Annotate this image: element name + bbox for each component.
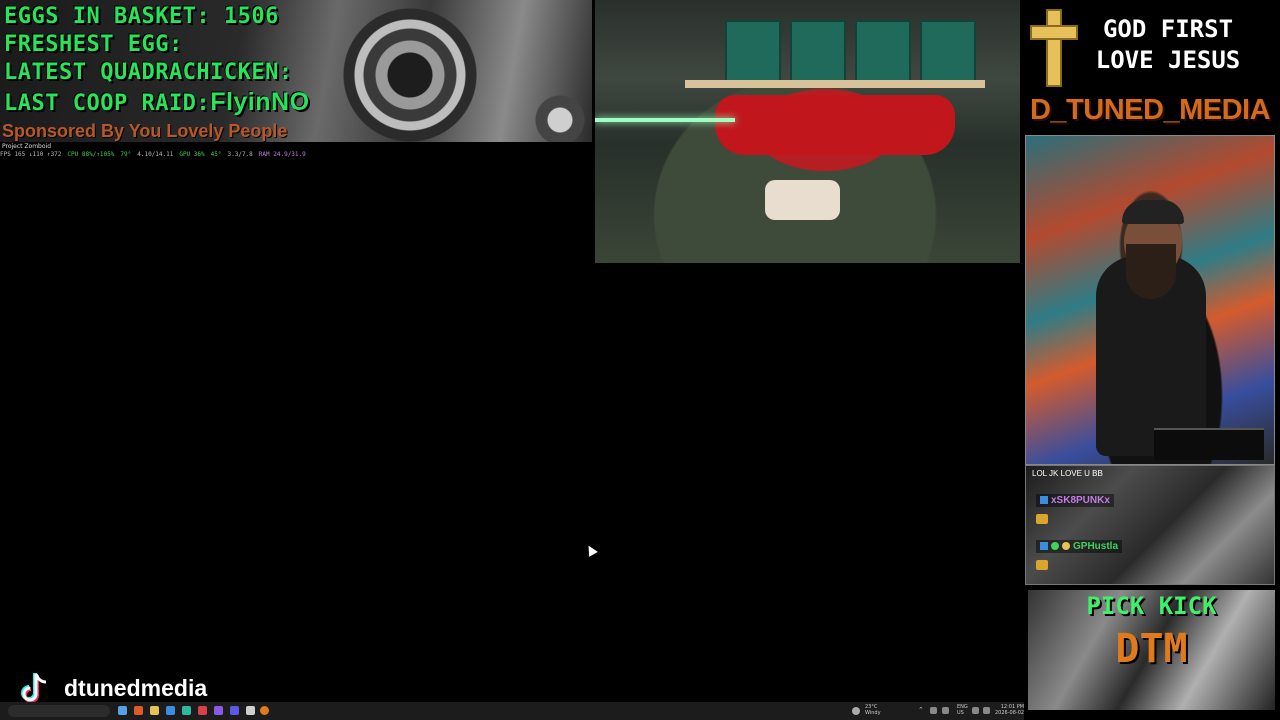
badge-icon [1040,542,1048,551]
chevron-up-icon[interactable]: ⌃ [918,706,924,714]
streamer-webcam [1025,135,1275,465]
ram-readout: RAM 24.9/31.9 [258,151,306,158]
streamer-cap [1122,200,1184,224]
clock[interactable]: 12:01 PM 2026-08-02 [995,704,1024,716]
volume-icon[interactable] [983,707,990,714]
cpu-readout: CPU 88%/↑105% [67,151,115,158]
network-icon[interactable] [972,707,979,714]
tray-icon[interactable] [930,707,937,714]
red-bumper [715,95,955,155]
cpu-clock: 4.10/14.11 [137,151,174,158]
folder-icon[interactable] [150,706,159,715]
tray-icon[interactable] [942,707,949,714]
pillow [765,180,840,220]
app-icon[interactable] [214,706,223,715]
storage-bin [790,20,846,82]
app-icon[interactable] [166,706,175,715]
storage-bin [920,20,976,82]
performance-overlay: FPS 165 ↓110 ↑372 CPU 88%/↑105% 79° 4.10… [0,150,306,159]
emote-icon [1036,560,1048,570]
app-icon[interactable] [260,706,269,715]
chat-panel: LOL JK LOVE U BB xSK8PUNKx GPHustla [1025,465,1275,585]
chat-user: xSK8PUNKx [1036,494,1114,507]
chat-message: LOL JK LOVE U BB [1032,469,1103,478]
language-indicator[interactable]: ENG US [957,704,968,716]
app-title: Project Zomboid [2,143,52,150]
weather-icon[interactable] [852,707,860,715]
clock-date: 2026-08-02 [995,710,1025,716]
weather-widget[interactable]: 23°C Windy [865,704,881,716]
sponsor-text: Sponsored By You Lovely People [2,121,288,141]
shelf [685,80,985,88]
storage-bin [725,20,781,82]
freshest-egg-line: FRESHEST EGG: [4,32,183,57]
kick-line-1: PICK KICK [1086,592,1217,620]
last-coop-raid-line: LAST COOP RAID:FlyinNO [4,88,310,117]
app-icon[interactable] [182,706,191,715]
cpu-temp: 79° [120,151,132,158]
tiktok-handle: dtunedmedia [64,675,208,701]
badge-icon [1062,542,1070,551]
vram-readout: 3.3/7.8 [227,151,253,158]
gpu-readout: GPU 36% [179,151,205,158]
led-strip [595,118,735,122]
storage-bin [855,20,911,82]
taskbar: 23°C Windy ⌃ ENG US 12:01 PM 2026-08-02 [0,702,1024,720]
brand-title: D_TUNED_MEDIA [1029,94,1271,126]
fps-readout: FPS 165 ↓110 ↑372 [0,151,62,158]
banner-line-1: GOD FIRST [1102,15,1234,43]
eggs-value: 1506 [223,4,279,29]
emote-icon [1036,514,1048,524]
app-icon[interactable] [134,706,143,715]
chat-user: GPHustla [1036,540,1123,553]
taskbar-search[interactable] [8,705,110,717]
kick-line-2: DTM [1115,626,1188,672]
mouse-cursor [584,543,598,557]
banner-line-2: LOVE JESUS [1095,46,1241,74]
cross-icon [1030,9,1078,87]
chat-username: xSK8PUNKx [1051,495,1110,506]
latest-quadrachicken-line: LATEST QUADRACHICKEN: [4,60,293,85]
coop-raid-label: LAST COOP RAID: [4,91,211,116]
app-icon[interactable] [230,706,239,715]
task-view-icon[interactable] [118,706,127,715]
badge-icon [1040,496,1048,505]
region-code: US [957,710,964,716]
steam-icon[interactable] [246,706,255,715]
god-first-banner: GOD FIRST LOVE JESUS [1086,14,1250,76]
keyboard [1154,428,1264,460]
coop-raid-value: FlyinNO [210,88,310,116]
chat-username: GPHustla [1073,541,1119,552]
eggs-in-basket-line: EGGS IN BASKET: 1506 [4,4,279,29]
app-icon[interactable] [198,706,207,715]
streamer-beard [1126,244,1176,299]
eggs-label: EGGS IN BASKET: [4,4,211,29]
weather-desc: Windy [865,710,881,716]
room-webcam [595,0,1020,263]
gpu-temp: 45° [210,151,222,158]
badge-icon [1051,542,1059,551]
